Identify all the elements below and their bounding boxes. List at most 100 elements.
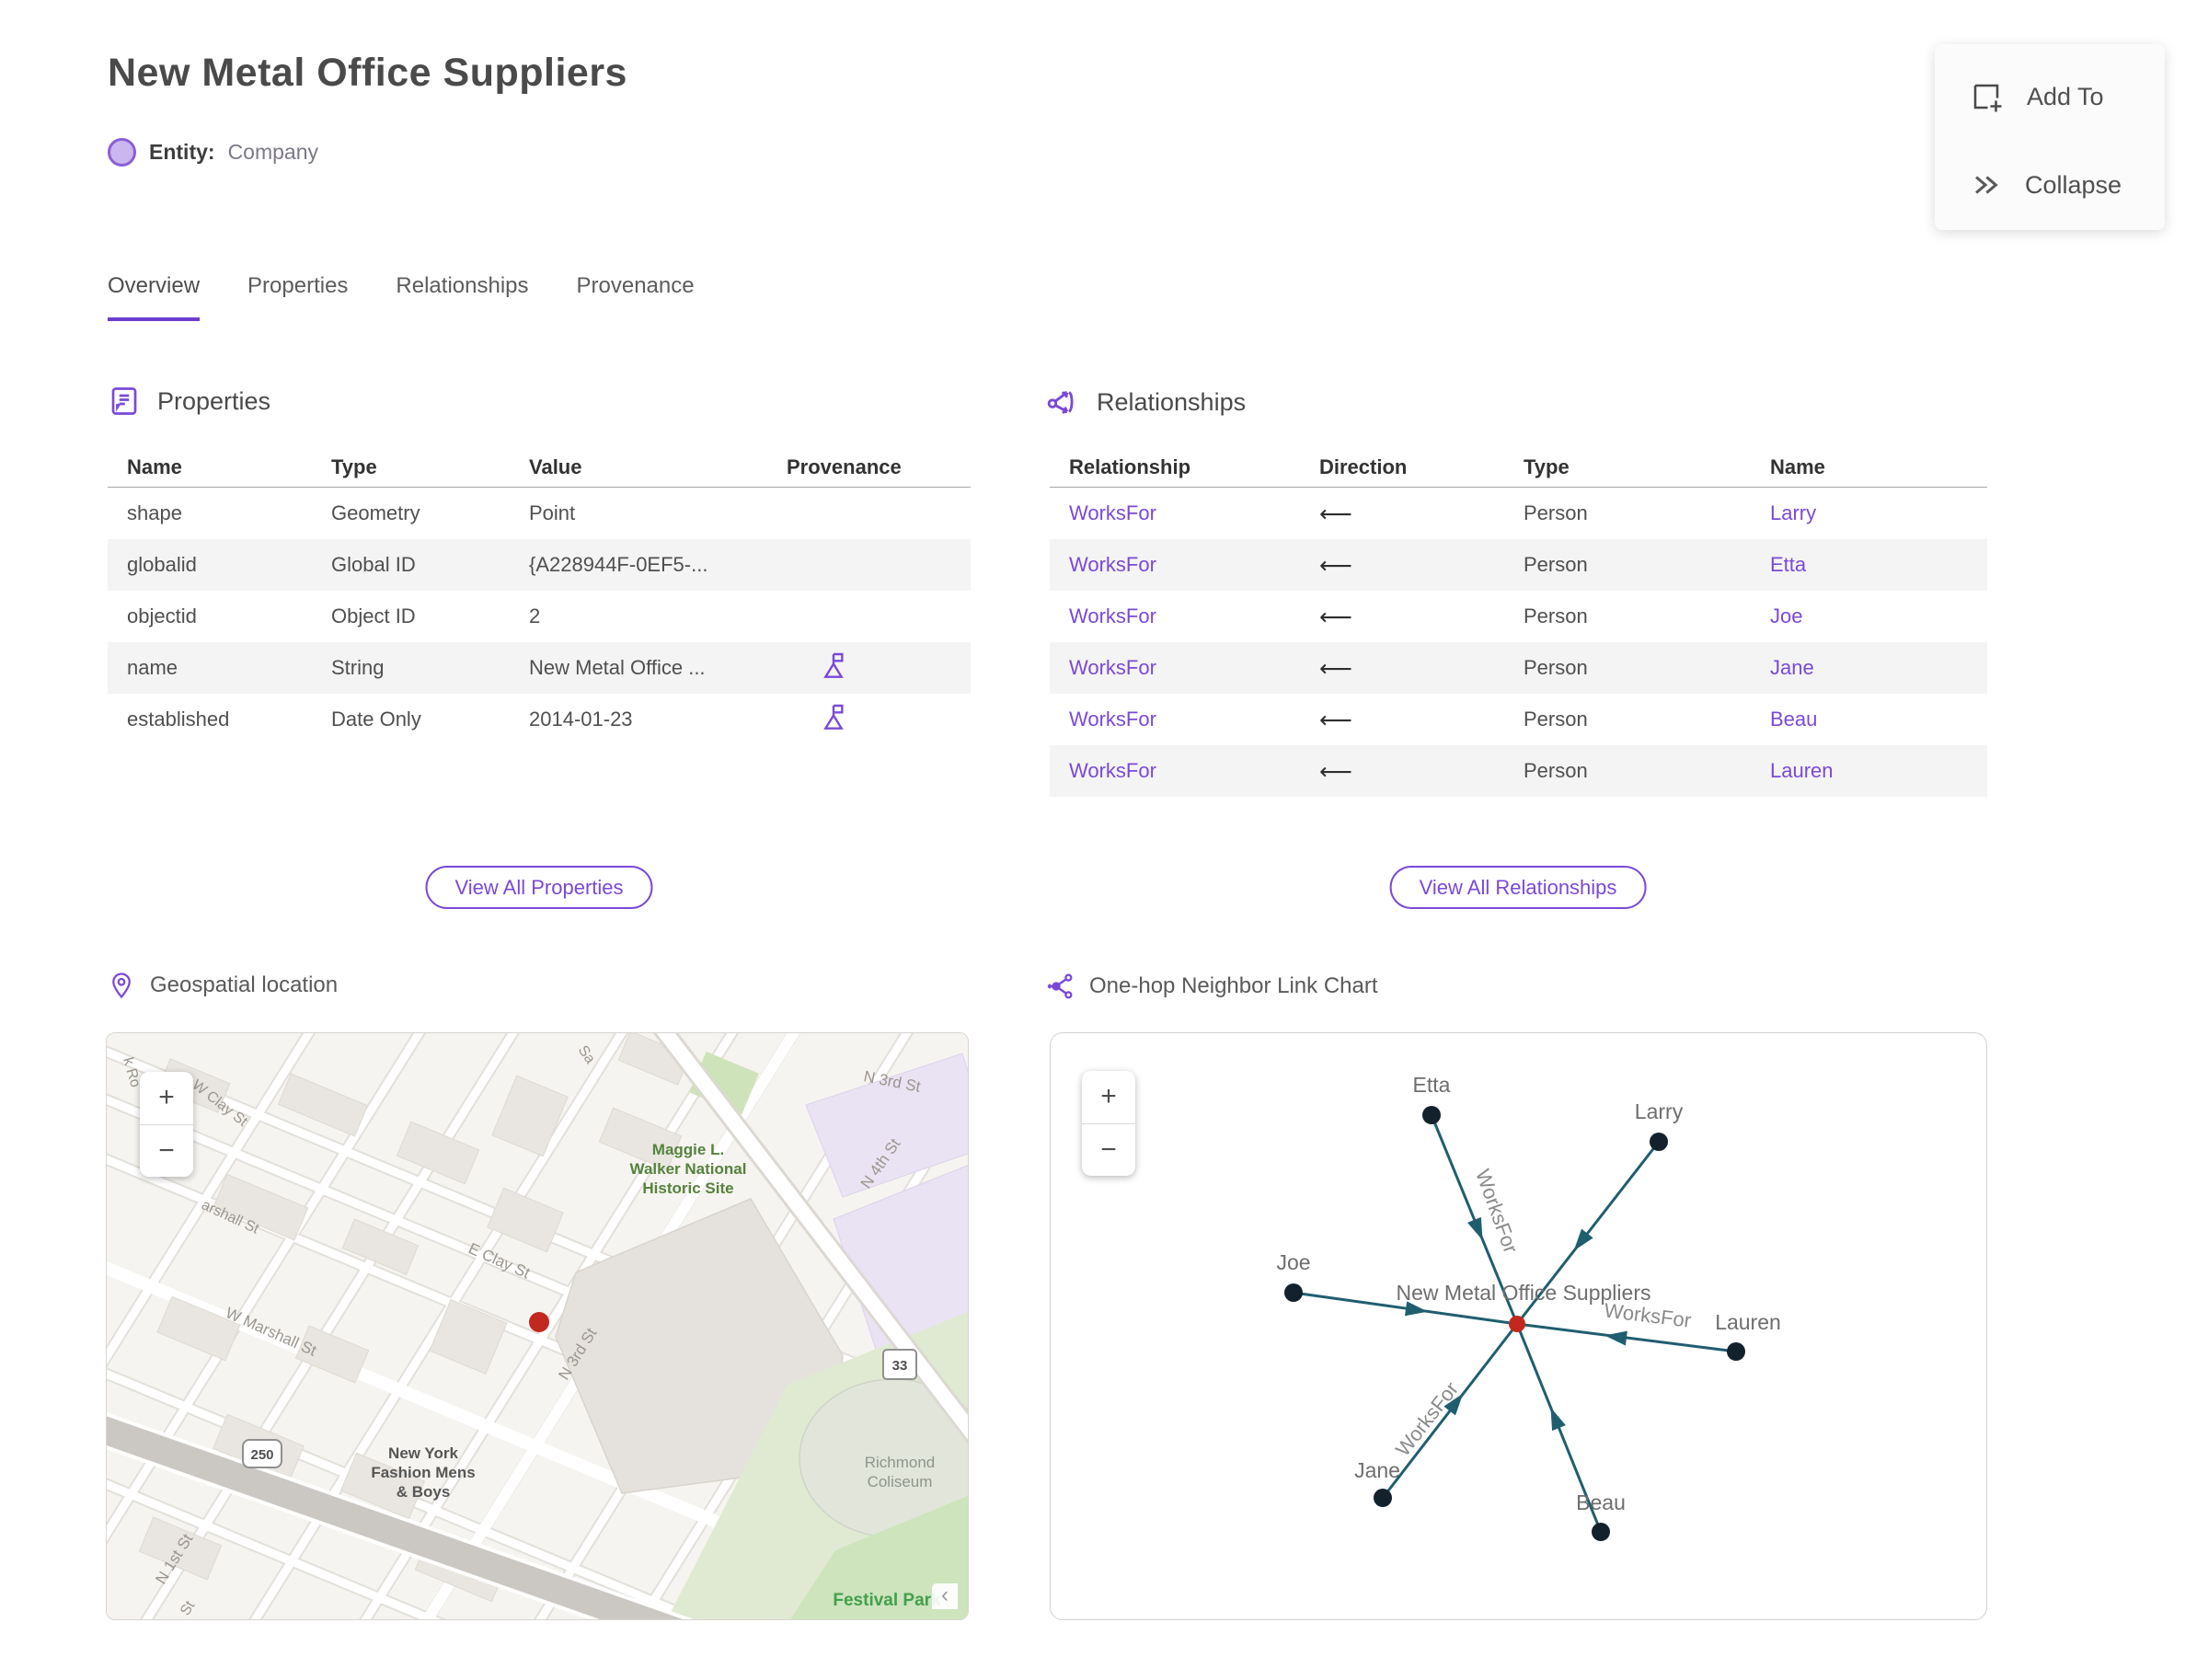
svg-text:WorksFor: WorksFor: [1471, 1167, 1523, 1257]
table-row[interactable]: WorksFor ⟵ Person Larry: [1050, 488, 1987, 539]
map-zoom-out-button[interactable]: −: [140, 1125, 193, 1178]
table-row[interactable]: WorksFor ⟵ Person Lauren: [1050, 745, 1987, 797]
double-chevron-right-icon: [1975, 176, 1998, 194]
entity-link[interactable]: Larry: [1751, 501, 1987, 525]
view-all-relationships-button[interactable]: View All Relationships: [1389, 866, 1647, 909]
tab-properties[interactable]: Properties: [247, 273, 348, 321]
geospatial-header: Geospatial location: [108, 972, 338, 999]
relationship-link[interactable]: WorksFor: [1050, 708, 1300, 731]
link-chart-header: One-hop Neighbor Link Chart: [1045, 972, 1378, 1001]
direction-arrow: ⟵: [1319, 500, 1352, 527]
center-node-label: New Metal Office Suppliers: [1397, 1281, 1651, 1305]
col-header: Name: [127, 455, 182, 478]
chart-zoom-in-button[interactable]: +: [1082, 1071, 1135, 1123]
location-marker[interactable]: [529, 1312, 549, 1332]
svg-text:Festival Park: Festival Park: [833, 1591, 941, 1610]
direction-arrow: ⟵: [1319, 757, 1352, 785]
relationships-section-title: Relationships: [1097, 387, 1247, 416]
relationship-link[interactable]: WorksFor: [1050, 553, 1300, 577]
prop-name: established: [127, 708, 230, 731]
svg-text:33: 33: [892, 1358, 908, 1374]
col-header: Value: [529, 455, 582, 478]
relationship-link[interactable]: WorksFor: [1050, 501, 1300, 525]
node-labels: Etta Larry Joe Lauren Jane Beau New Meta…: [1276, 1073, 1780, 1514]
entity-link[interactable]: Etta: [1751, 553, 1987, 577]
entity-label: Entity:: [149, 140, 215, 164]
relationship-link[interactable]: WorksFor: [1050, 759, 1300, 783]
entity-link[interactable]: Joe: [1751, 604, 1987, 628]
page-title: New Metal Office Suppliers: [108, 51, 627, 95]
prop-type: String: [331, 656, 385, 679]
svg-text:Etta: Etta: [1413, 1073, 1451, 1097]
prop-type: Date Only: [331, 708, 421, 731]
rel-type: Person: [1524, 656, 1588, 679]
collapse-button[interactable]: Collapse: [1935, 153, 2165, 217]
node-larry[interactable]: [1650, 1133, 1668, 1151]
prop-name: globalid: [127, 553, 197, 576]
prop-name: shape: [127, 501, 182, 524]
node-etta[interactable]: [1422, 1106, 1441, 1124]
table-row[interactable]: WorksFor ⟵ Person Beau: [1050, 694, 1987, 745]
prop-provenance: [767, 702, 971, 737]
entity-link[interactable]: Jane: [1751, 656, 1987, 680]
table-row[interactable]: established Date Only 2014-01-23: [108, 694, 971, 745]
collapse-label: Collapse: [2025, 170, 2122, 199]
entity-row: Entity: Company: [108, 138, 318, 167]
table-row[interactable]: WorksFor ⟵ Person Joe: [1050, 591, 1987, 642]
prop-provenance: [767, 650, 971, 685]
tab-provenance[interactable]: Provenance: [577, 273, 695, 321]
prop-value: 2014-01-23: [529, 708, 633, 731]
properties-section-title: Properties: [157, 386, 271, 415]
entity-link[interactable]: Lauren: [1751, 759, 1987, 783]
table-row[interactable]: WorksFor ⟵ Person Etta: [1050, 539, 1987, 591]
table-row[interactable]: objectid Object ID 2: [108, 591, 971, 642]
geospatial-map[interactable]: k Ro W Clay St Sa N 3rd St N 4th St arsh…: [106, 1032, 969, 1620]
svg-text:Coliseum: Coliseum: [868, 1473, 933, 1490]
relationships-table: Relationship Direction Type Name WorksFo…: [1050, 447, 1987, 797]
chart-zoom-out-button[interactable]: −: [1082, 1124, 1135, 1177]
view-all-properties-button[interactable]: View All Properties: [425, 866, 653, 909]
node-joe[interactable]: [1284, 1283, 1303, 1302]
node-lauren[interactable]: [1727, 1342, 1745, 1361]
map-pin-icon: [112, 972, 131, 999]
entity-link[interactable]: Beau: [1751, 708, 1987, 731]
table-row[interactable]: name String New Metal Office ...: [108, 642, 971, 694]
actions-flyout: Add To Collapse: [1935, 44, 2165, 230]
svg-text:Richmond: Richmond: [865, 1454, 936, 1471]
rel-type: Person: [1524, 553, 1588, 576]
tab-relationships[interactable]: Relationships: [396, 273, 528, 321]
prop-type: Global ID: [331, 553, 416, 576]
node-jane[interactable]: [1374, 1489, 1392, 1507]
col-header: Direction: [1319, 455, 1408, 478]
direction-arrow: ⟵: [1319, 603, 1352, 630]
relationships-section-header: Relationships: [1045, 385, 1246, 420]
map-zoom-control: + −: [140, 1072, 193, 1177]
table-row[interactable]: globalid Global ID {A228944F-0EF5-...: [108, 539, 971, 591]
svg-text:Historic Site: Historic Site: [642, 1179, 733, 1197]
prop-value: New Metal Office ...: [529, 656, 706, 679]
one-hop-link-chart[interactable]: WorksFor WorksFor WorksFor Etta Larry Jo…: [1050, 1032, 1987, 1620]
properties-icon: [111, 387, 137, 415]
relationship-link[interactable]: WorksFor: [1050, 656, 1300, 680]
node-beau[interactable]: [1592, 1523, 1610, 1541]
link-chart-canvas: WorksFor WorksFor WorksFor Etta Larry Jo…: [1276, 1073, 1781, 1541]
properties-table-header: Name Type Value Provenance: [108, 447, 971, 488]
prop-value: 2: [529, 604, 541, 627]
provenance-flag-icon[interactable]: [819, 650, 848, 680]
col-header: Provenance: [787, 455, 902, 478]
col-header: Relationship: [1069, 455, 1191, 478]
tab-bar: Overview Properties Relationships Proven…: [108, 273, 695, 321]
map-attribution-toggle[interactable]: ‹: [932, 1583, 958, 1609]
direction-arrow: ⟵: [1319, 551, 1352, 579]
relationships-icon: [1047, 391, 1074, 414]
tab-overview[interactable]: Overview: [108, 273, 201, 321]
relationship-link[interactable]: WorksFor: [1050, 604, 1300, 628]
node-center-company[interactable]: [1509, 1316, 1525, 1332]
provenance-flag-icon[interactable]: [819, 702, 848, 731]
svg-text:Lauren: Lauren: [1715, 1310, 1781, 1334]
table-row[interactable]: WorksFor ⟵ Person Jane: [1050, 642, 1987, 694]
map-zoom-in-button[interactable]: +: [140, 1072, 193, 1124]
add-to-button[interactable]: Add To: [1935, 64, 2165, 129]
prop-name: name: [127, 656, 178, 679]
table-row[interactable]: shape Geometry Point: [108, 488, 971, 539]
